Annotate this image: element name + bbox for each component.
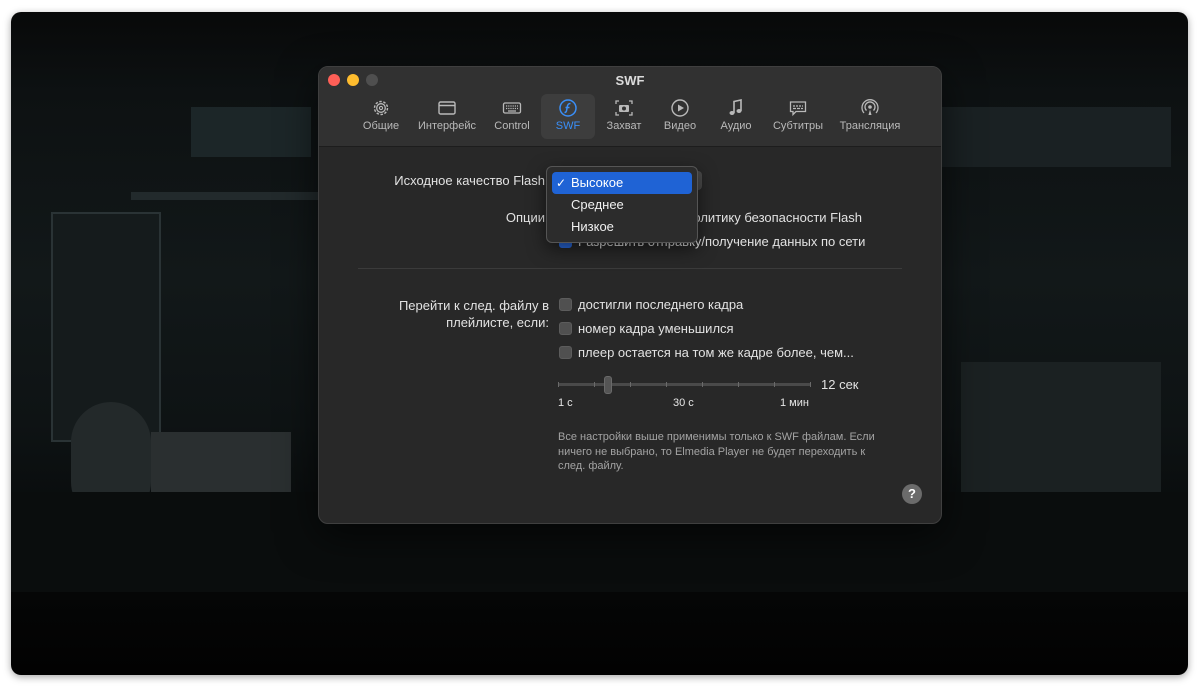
slider-min-label: 1 с [558, 397, 573, 409]
subtitles-icon [789, 101, 807, 117]
window-title: SWF [615, 73, 645, 88]
keyboard-icon [502, 102, 522, 114]
tab-label: Control [494, 120, 530, 132]
slider-tick [594, 382, 595, 387]
slider-mid-label: 30 с [673, 397, 694, 409]
slider-tick [774, 382, 775, 387]
flash-quality-label: Исходное качество Flash [394, 173, 545, 188]
tab-interface[interactable]: Интерфейс [411, 94, 483, 139]
tab-general[interactable]: Общие [355, 94, 407, 139]
tab-capture[interactable]: Захват [599, 94, 649, 139]
tab-video[interactable]: Видео [655, 94, 705, 139]
last-frame-checkbox[interactable] [559, 298, 572, 311]
background-papers [961, 362, 1161, 512]
quality-option-low[interactable]: Низкое [552, 216, 692, 238]
slider-max-label: 1 мин [780, 397, 809, 409]
flash-icon [559, 99, 577, 117]
last-frame-label: достигли последнего кадра [578, 297, 744, 312]
titlebar: SWF Общие Интерфейс Control SWF Захват В… [319, 67, 941, 147]
slider-tick [666, 382, 667, 387]
section-divider [358, 268, 902, 269]
slider-tick [630, 382, 631, 387]
background-keyboard [151, 432, 291, 492]
tab-subtitles[interactable]: Субтитры [767, 94, 829, 139]
frame-decreased-label: номер кадра уменьшился [578, 321, 734, 336]
slider-tick [738, 382, 739, 387]
slider-tick [810, 382, 811, 387]
next-file-label: Перейти к след. файлу в плейлисте, если: [330, 297, 549, 331]
tab-swf[interactable]: SWF [541, 94, 595, 139]
tab-label: SWF [555, 120, 581, 132]
slider-tick [558, 382, 559, 387]
swf-note: Все настройки выше применимы только к SW… [558, 431, 875, 472]
options-label: Опции [505, 210, 545, 225]
next-file-label-line1: Перейти к след. файлу в [398, 298, 549, 313]
slider-tick [702, 382, 703, 387]
background-shelf [941, 107, 1171, 167]
tab-audio[interactable]: Аудио [711, 94, 761, 139]
option-label: Высокое [571, 175, 624, 190]
background-shelf [191, 107, 311, 157]
camera-icon [615, 100, 633, 116]
same-frame-label: плеер остается на том же кадре более, че… [578, 345, 854, 360]
quality-option-medium[interactable]: Среднее [552, 194, 692, 216]
slider-knob[interactable] [604, 376, 612, 394]
option-label: Низкое [571, 219, 614, 234]
tab-broadcast[interactable]: Трансляция [833, 94, 907, 139]
quality-dropdown-menu: ✓ Высокое Среднее Низкое [546, 166, 698, 243]
window-icon [438, 101, 456, 115]
tab-label: Субтитры [772, 120, 824, 132]
tab-label: Захват [606, 120, 642, 132]
broadcast-icon [861, 99, 879, 115]
tab-label: Трансляция [839, 120, 901, 132]
gear-icon [373, 100, 389, 116]
tab-label: Общие [362, 120, 400, 132]
tab-label: Видео [663, 120, 697, 132]
option-label: Среднее [571, 197, 624, 212]
tab-control[interactable]: Control [485, 94, 539, 139]
same-frame-checkbox[interactable] [559, 346, 572, 359]
tab-label: Интерфейс [418, 120, 476, 132]
security-policy-label: ю политику безопасности Flash [673, 210, 862, 225]
quality-option-high[interactable]: ✓ Высокое [552, 172, 692, 194]
play-icon [671, 99, 689, 117]
frame-decreased-checkbox[interactable] [559, 322, 572, 335]
help-button[interactable]: ? [902, 484, 922, 504]
checkmark-icon: ✓ [556, 176, 567, 190]
next-file-label-line2: плейлисте, если: [446, 315, 549, 330]
slider-value: 12 сек [821, 377, 859, 392]
music-note-icon [729, 99, 742, 115]
tab-label: Аудио [720, 120, 752, 132]
background-shelf [131, 192, 331, 200]
